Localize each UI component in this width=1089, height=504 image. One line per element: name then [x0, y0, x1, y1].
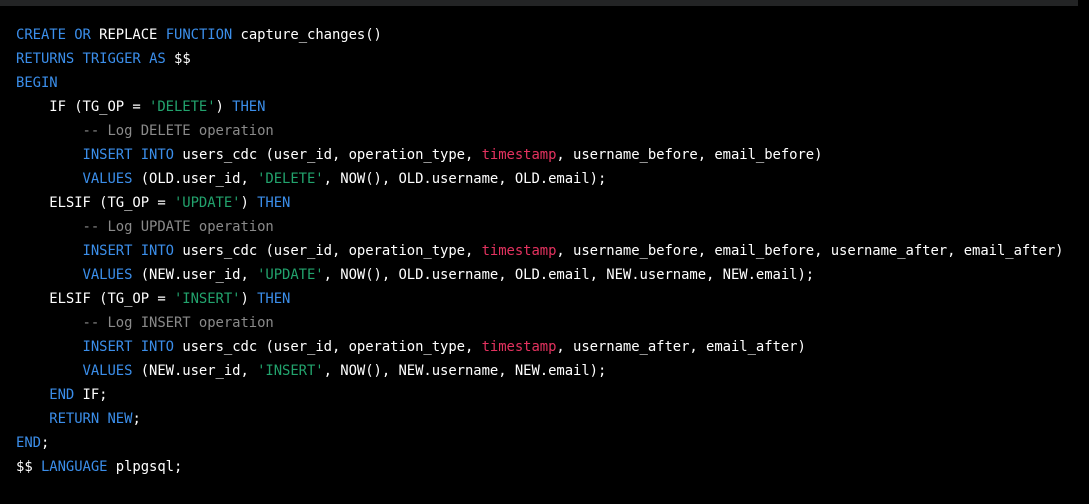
keyword-token: TRIGGER	[82, 51, 141, 67]
code-text-token: ELSIF (TG_OP =	[16, 195, 174, 211]
string-literal-token: 'UPDATE'	[173, 195, 241, 211]
keyword-token: INSERT	[82, 147, 133, 163]
code-line: RETURN NEW;	[16, 407, 1064, 431]
code-line: END IF;	[16, 383, 1064, 407]
code-line: RETURNS TRIGGER AS $$	[16, 47, 1064, 71]
keyword-token: VALUES	[82, 363, 133, 379]
code-line: VALUES (OLD.user_id, 'DELETE', NOW(), OL…	[16, 167, 1064, 191]
keyword-token: BEGIN	[16, 75, 58, 91]
keyword-token: NEW	[107, 411, 133, 427]
code-line: CREATE OR REPLACE FUNCTION capture_chang…	[16, 23, 1064, 47]
keyword-token: INTO	[140, 243, 174, 259]
code-text-token: ;	[132, 411, 141, 427]
code-line: IF (TG_OP = 'DELETE') THEN	[16, 95, 1064, 119]
code-line: VALUES (NEW.user_id, 'UPDATE', NOW(), OL…	[16, 263, 1064, 287]
code-text-token: (OLD.user_id,	[132, 171, 258, 187]
keyword-token: AS	[149, 51, 166, 67]
code-line: $$ LANGUAGE plpgsql;	[16, 455, 1064, 479]
keyword-token: VALUES	[82, 171, 133, 187]
code-text-token: capture_changes()	[232, 27, 382, 43]
keyword-token: INTO	[140, 147, 174, 163]
keyword-token: FUNCTION	[165, 27, 233, 43]
keyword-token: THEN	[257, 291, 291, 307]
keyword-token: INSERT	[82, 243, 133, 259]
code-text-token: , NOW(), OLD.username, OLD.email);	[323, 171, 607, 187]
code-text-token: , NOW(), NEW.username, NEW.email);	[323, 363, 607, 379]
code-line: ELSIF (TG_OP = 'UPDATE') THEN	[16, 191, 1064, 215]
code-text-token: , username_after, email_after)	[556, 339, 806, 355]
keyword-token: THEN	[257, 195, 291, 211]
code-text-token: , NOW(), OLD.username, OLD.email, NEW.us…	[323, 267, 815, 283]
code-text-token: plpgsql;	[107, 459, 183, 475]
code-line: ELSIF (TG_OP = 'INSERT') THEN	[16, 287, 1064, 311]
keyword-token: INTO	[140, 339, 174, 355]
code-text-token: )	[240, 291, 258, 307]
comment-token: -- Log DELETE operation	[16, 123, 274, 139]
keyword-token: END	[16, 435, 41, 451]
keyword-token: RETURNS	[16, 51, 75, 67]
code-line: -- Log INSERT operation	[16, 311, 1064, 335]
builtin-type-token: timestamp	[481, 339, 557, 355]
keyword-token: VALUES	[82, 267, 133, 283]
code-text-token: REPLACE	[90, 27, 166, 43]
keyword-token: LANGUAGE	[40, 459, 108, 475]
code-line: VALUES (NEW.user_id, 'INSERT', NOW(), NE…	[16, 359, 1064, 383]
code-block[interactable]: CREATE OR REPLACE FUNCTION capture_chang…	[0, 6, 1089, 504]
code-line: INSERT INTO users_cdc (user_id, operatio…	[16, 335, 1064, 359]
keyword-token: CREATE	[16, 27, 66, 43]
string-literal-token: 'UPDATE'	[257, 267, 324, 283]
builtin-type-token: timestamp	[481, 147, 557, 163]
code-line: INSERT INTO users_cdc (user_id, operatio…	[16, 143, 1064, 167]
code-line: -- Log UPDATE operation	[16, 215, 1064, 239]
code-text-token: users_cdc (user_id, operation_type,	[174, 147, 482, 163]
code-text-token: $$	[16, 459, 41, 475]
comment-token: -- Log UPDATE operation	[16, 219, 274, 235]
keyword-token: END	[49, 387, 75, 403]
keyword-token: INSERT	[82, 339, 133, 355]
keyword-token: OR	[74, 27, 91, 43]
code-text-token: (NEW.user_id,	[132, 363, 258, 379]
code-text-token: users_cdc (user_id, operation_type,	[174, 243, 482, 259]
code-text-token: ELSIF (TG_OP =	[16, 291, 174, 307]
code-text-token: ;	[40, 435, 50, 451]
code-line: -- Log DELETE operation	[16, 119, 1064, 143]
code-text-token: )	[215, 99, 233, 115]
string-literal-token: 'INSERT'	[173, 291, 241, 307]
string-literal-token: 'DELETE'	[257, 171, 324, 187]
code-text-token: )	[240, 195, 258, 211]
builtin-type-token: timestamp	[481, 243, 557, 259]
code-line: END;	[16, 431, 1064, 455]
string-literal-token: 'DELETE'	[149, 99, 216, 115]
code-text-token: , username_before, email_before)	[556, 147, 823, 163]
code-text-token: users_cdc (user_id, operation_type,	[174, 339, 482, 355]
code-line: INSERT INTO users_cdc (user_id, operatio…	[16, 239, 1064, 263]
code-text-token: IF;	[74, 387, 108, 403]
code-text-token: , username_before, email_before, usernam…	[556, 243, 1064, 259]
keyword-token: THEN	[232, 99, 266, 115]
code-text-token: $$	[165, 51, 191, 67]
string-literal-token: 'INSERT'	[257, 363, 324, 379]
keyword-token: RETURN	[49, 411, 100, 427]
code-content[interactable]: CREATE OR REPLACE FUNCTION capture_chang…	[16, 23, 1064, 479]
comment-token: -- Log INSERT operation	[16, 315, 274, 331]
code-text-token: (NEW.user_id,	[132, 267, 258, 283]
code-text-token: IF (TG_OP =	[16, 99, 150, 115]
code-line: BEGIN	[16, 71, 1064, 95]
